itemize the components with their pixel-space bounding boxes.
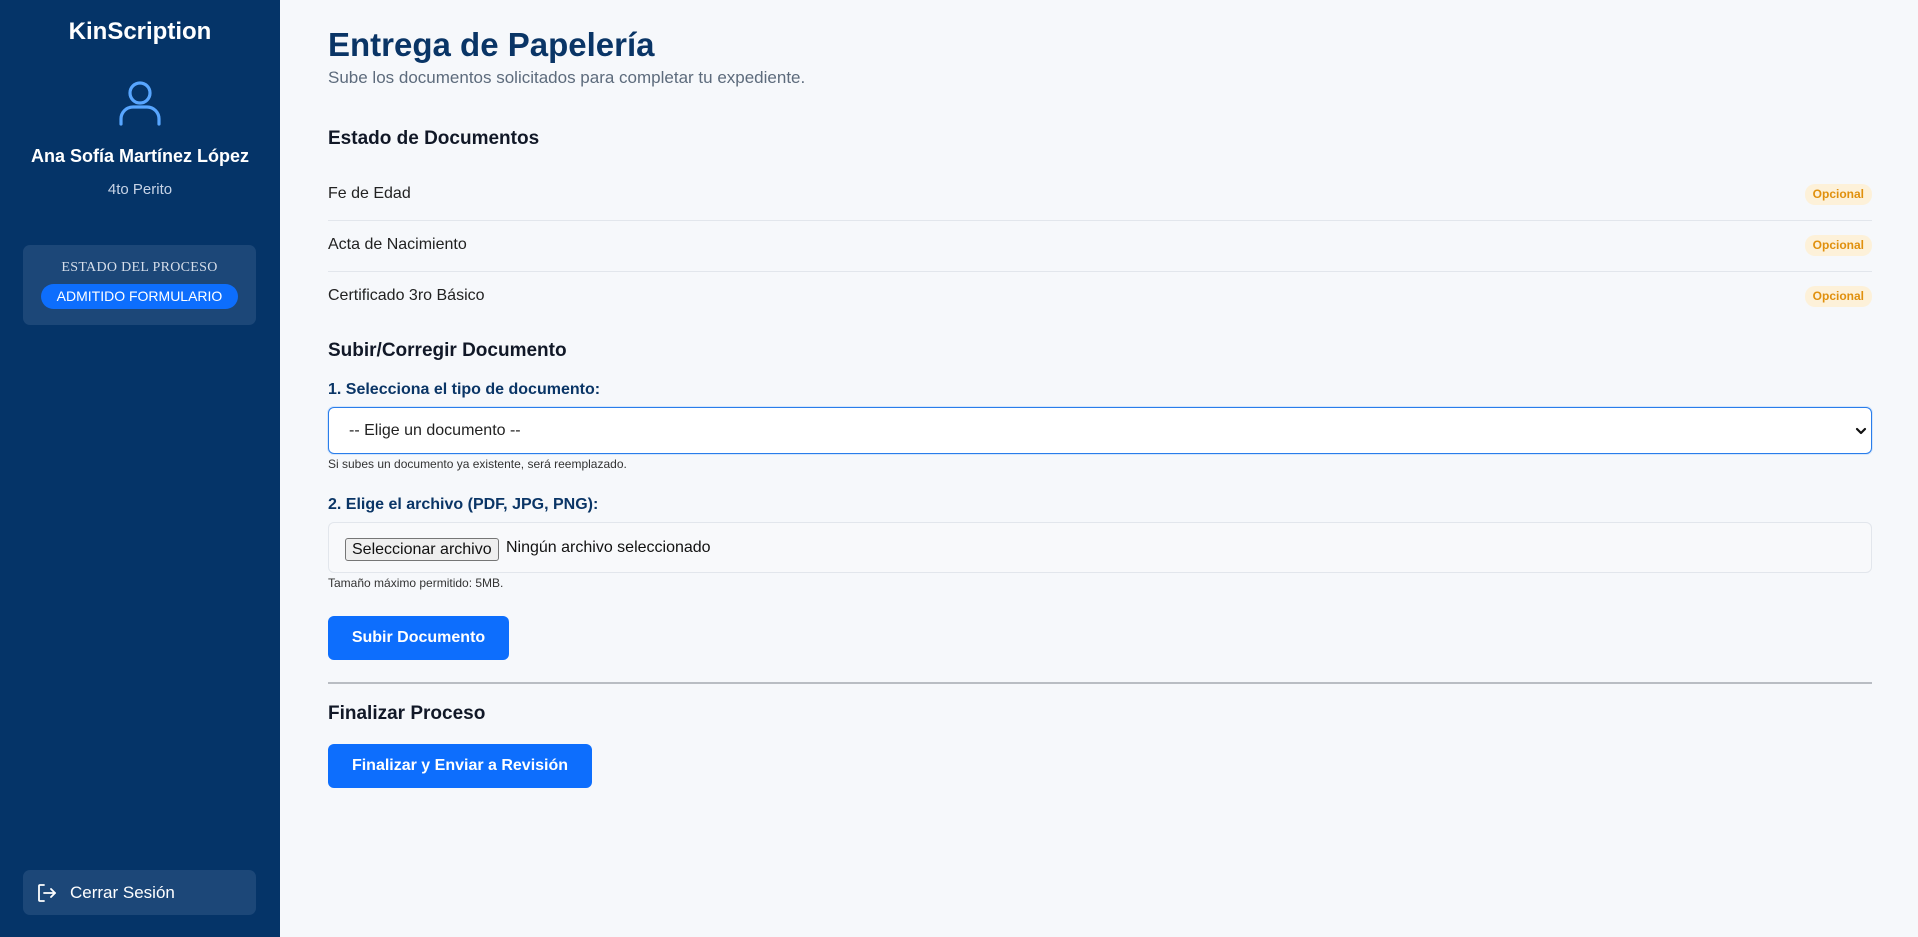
logout-label: Cerrar Sesión: [70, 883, 175, 902]
upload-section-title: Subir/Corregir Documento: [328, 340, 567, 361]
document-status-badge: Opcional: [1804, 286, 1872, 307]
choose-file-button[interactable]: Seleccionar archivo: [345, 538, 499, 561]
document-name: Acta de Nacimiento: [328, 236, 467, 253]
chevron-down-icon: [1855, 427, 1867, 435]
file-size-hint: Tamaño máximo permitido: 5MB.: [328, 576, 504, 590]
document-name: Certificado 3ro Básico: [328, 287, 485, 304]
document-row: Certificado 3ro Básico Opcional: [328, 272, 1872, 323]
sidebar: KinScription Ana Sofía Martínez López 4t…: [0, 0, 280, 937]
process-status-card: ESTADO DEL PROCESO ADMITIDO FORMULARIO: [23, 245, 256, 325]
document-type-label: 1. Selecciona el tipo de documento:: [328, 381, 601, 398]
logout-button[interactable]: Cerrar Sesión: [23, 870, 256, 915]
finalize-submit-button[interactable]: Finalizar y Enviar a Revisión: [328, 744, 592, 788]
finalize-section-title: Finalizar Proceso: [328, 703, 486, 724]
file-status-text: Ningún archivo seleccionado: [506, 539, 711, 556]
page-subtitle: Sube los documentos solicitados para com…: [328, 68, 806, 87]
process-status-badge: ADMITIDO FORMULARIO: [41, 284, 238, 309]
user-name: Ana Sofía Martínez López: [30, 146, 250, 166]
document-type-hint: Si subes un documento ya existente, será…: [328, 457, 627, 471]
process-status-title: ESTADO DEL PROCESO: [61, 260, 218, 275]
document-row: Acta de Nacimiento Opcional: [328, 221, 1872, 272]
document-type-select[interactable]: -- Elige un documento --: [328, 407, 1872, 454]
document-type-selected-value: -- Elige un documento --: [349, 422, 521, 439]
document-row: Fe de Edad Opcional: [328, 170, 1872, 221]
file-label: 2. Elige el archivo (PDF, JPG, PNG):: [328, 496, 599, 513]
file-input: Seleccionar archivo Ningún archivo selec…: [328, 522, 1872, 573]
page-title: Entrega de Papelería: [328, 26, 655, 63]
brand-name: KinScription: [68, 18, 212, 45]
document-status-badge: Opcional: [1804, 184, 1872, 205]
logout-icon: [38, 884, 56, 902]
document-status-badge: Opcional: [1804, 235, 1872, 256]
documents-section-title: Estado de Documentos: [328, 128, 540, 149]
user-role: 4to Perito: [107, 181, 173, 198]
user-icon: [119, 81, 161, 126]
upload-document-button[interactable]: Subir Documento: [328, 616, 509, 660]
section-divider: [328, 682, 1872, 684]
document-name: Fe de Edad: [328, 185, 411, 202]
